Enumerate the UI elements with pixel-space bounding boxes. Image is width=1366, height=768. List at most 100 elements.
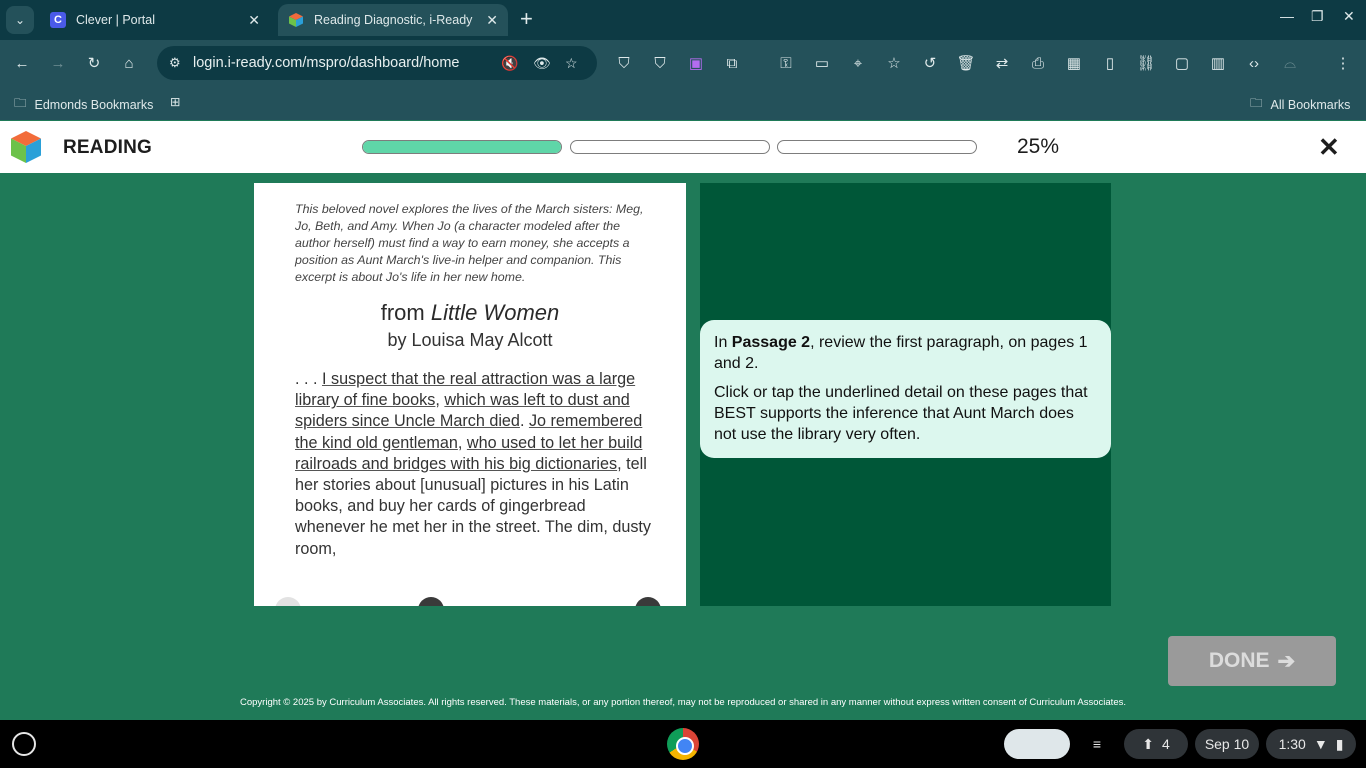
app-header: READING 25% ✕	[0, 121, 1366, 173]
reload-icon[interactable]: ↻	[83, 52, 105, 74]
ellipsis: . . .	[295, 370, 322, 388]
notification-tray[interactable]: ⬆ 4	[1124, 729, 1188, 759]
wifi-icon: ▼	[1313, 736, 1328, 752]
close-icon[interactable]: ✕	[1318, 132, 1340, 163]
close-window-icon[interactable]: ✕	[1343, 8, 1355, 25]
progress-segment-2	[570, 140, 770, 154]
close-tab-icon[interactable]: ✕	[486, 12, 498, 29]
shield-outline-icon[interactable]: ⛉	[649, 52, 671, 74]
prev-page-button[interactable]	[275, 597, 301, 606]
separator: .	[519, 412, 529, 431]
forward-icon[interactable]: →	[47, 52, 69, 74]
translate-icon[interactable]: ⇄	[991, 52, 1013, 74]
battery-icon: ▮	[1335, 735, 1344, 752]
tab-clever[interactable]: C Clever | Portal ✕	[40, 4, 270, 36]
location-icon[interactable]: ⌖	[847, 52, 869, 74]
muted-icon[interactable]: 🔇	[501, 55, 518, 72]
folder-icon: 🗀	[14, 96, 27, 110]
status-area[interactable]: 1:30 ▼ ▮	[1266, 729, 1356, 759]
os-shelf: ≡ ⬆ 4 Sep 10 1:30 ▼ ▮	[0, 720, 1366, 768]
bookmarks-bar: 🗀 Edmonds Bookmarks ⊞ 🗀 All Bookmarks	[0, 86, 1366, 120]
site-info-icon[interactable]: ⚙	[169, 55, 181, 71]
passage-body: . . . I suspect that the real attraction…	[295, 369, 660, 560]
incognito-icon[interactable]: ⌓	[1279, 52, 1301, 74]
playlist-icon[interactable]: ≡	[1082, 729, 1112, 759]
progress-percent: 25%	[1017, 135, 1060, 158]
folder-icon: 🗀	[1250, 96, 1263, 110]
question-instruction-1: In Passage 2, review the first paragraph…	[714, 332, 1097, 374]
back-icon[interactable]: ←	[11, 52, 33, 74]
bookmark-all[interactable]: 🗀 All Bookmarks	[1250, 94, 1350, 115]
reading-mode-icon[interactable]: ▯	[1099, 52, 1121, 74]
passage-panel: This beloved novel explores the lives of…	[254, 183, 686, 606]
passage-intro: This beloved novel explores the lives of…	[295, 202, 644, 284]
extensions-icon[interactable]: ⧉	[721, 52, 743, 74]
bookmark-edmonds[interactable]: 🗀 Edmonds Bookmarks	[14, 94, 153, 115]
launcher-icon[interactable]	[12, 732, 36, 756]
iready-logo-icon	[10, 130, 42, 164]
text: Click or tap the underlined detail on th…	[714, 384, 1088, 401]
question-panel: In Passage 2, review the first paragraph…	[700, 183, 1111, 606]
close-tab-icon[interactable]: ✕	[248, 12, 260, 29]
tab-title: Clever | Portal	[76, 13, 155, 27]
text-emphasis: BEST	[714, 405, 756, 422]
tab-strip: ⌄ C Clever | Portal ✕ Reading Diagnostic…	[0, 0, 1366, 40]
book-title: Little Women	[430, 300, 560, 325]
tote-thumbnail[interactable]	[1004, 729, 1070, 759]
favorites-icon[interactable]: ☆	[883, 52, 905, 74]
url-text: login.i-ready.com/mspro/dashboard/home	[193, 55, 460, 71]
print-icon[interactable]: ⎙	[1027, 52, 1049, 74]
new-tab-button[interactable]: +	[520, 8, 533, 30]
upload-icon: ⬆	[1142, 735, 1154, 752]
extension-fm-icon[interactable]: ▣	[685, 52, 707, 74]
tab-iready[interactable]: Reading Diagnostic, i-Ready ✕	[278, 4, 508, 36]
title-prefix: from	[380, 300, 431, 325]
progress-segment-1	[362, 140, 562, 154]
browser-toolbar: ← → ↻ ⌂ ⚙ login.i-ready.com/mspro/dashbo…	[0, 40, 1366, 86]
shield-icon[interactable]: ⛉	[613, 52, 635, 74]
clock: 1:30	[1278, 736, 1306, 752]
clever-favicon: C	[50, 12, 66, 28]
bookmark-label: Edmonds Bookmarks	[34, 97, 154, 112]
sidebar-icon[interactable]: ▥	[1207, 52, 1229, 74]
home-icon[interactable]: ⌂	[118, 52, 140, 74]
card-icon[interactable]: ▭	[811, 52, 833, 74]
arrow-right-icon: ➔	[1277, 649, 1296, 673]
separator: ,	[457, 433, 467, 452]
iready-favicon	[288, 12, 304, 28]
bookmark-label: All Bookmarks	[1270, 97, 1351, 112]
minimize-icon[interactable]: —	[1280, 8, 1294, 24]
apps-grid-icon[interactable]: ⊞	[170, 94, 180, 109]
done-label: DONE	[1208, 649, 1270, 672]
restore-icon[interactable]: ❐	[1311, 8, 1324, 25]
history-icon[interactable]: ↺	[919, 52, 941, 74]
progress-segment-3	[777, 140, 977, 154]
copyright-text: Copyright © 2025 by Curriculum Associate…	[240, 697, 1126, 708]
tab-search-button[interactable]: ⌄	[6, 6, 34, 34]
qr-code-icon[interactable]: ▦	[1063, 52, 1085, 74]
address-bar[interactable]: ⚙ login.i-ready.com/mspro/dashboard/home…	[157, 46, 597, 80]
cast-icon[interactable]: ▢	[1171, 52, 1193, 74]
key-icon[interactable]: ⚿	[775, 52, 797, 74]
text-bold: Passage 2	[731, 334, 811, 351]
done-button[interactable]: DONE ➔	[1168, 636, 1336, 686]
question-card: In Passage 2, review the first paragraph…	[700, 320, 1111, 458]
text: supports the inference that Aunt March d…	[714, 405, 1074, 443]
bookmark-star-icon[interactable]: ☆	[565, 55, 578, 72]
chrome-icon[interactable]	[667, 728, 699, 760]
passage-author: by Louisa May Alcott	[387, 330, 553, 350]
passage-title: from Little Women	[254, 300, 686, 326]
devtools-icon[interactable]: ‹›	[1243, 52, 1265, 74]
question-instruction-2: Click or tap the underlined detail on th…	[714, 382, 1097, 445]
text: In	[714, 334, 732, 351]
notification-count: 4	[1161, 736, 1170, 752]
page-indicator[interactable]	[418, 597, 444, 606]
trash-icon[interactable]: 🗑	[955, 52, 977, 74]
link-icon[interactable]: ⛓	[1135, 52, 1157, 74]
menu-icon[interactable]: ⋮	[1332, 52, 1354, 74]
eye-icon[interactable]: 👁	[533, 55, 551, 72]
date-pill[interactable]: Sep 10	[1195, 729, 1259, 759]
tab-title: Reading Diagnostic, i-Ready	[314, 13, 473, 27]
app-title: READING	[63, 137, 153, 158]
next-page-button[interactable]	[635, 597, 661, 606]
